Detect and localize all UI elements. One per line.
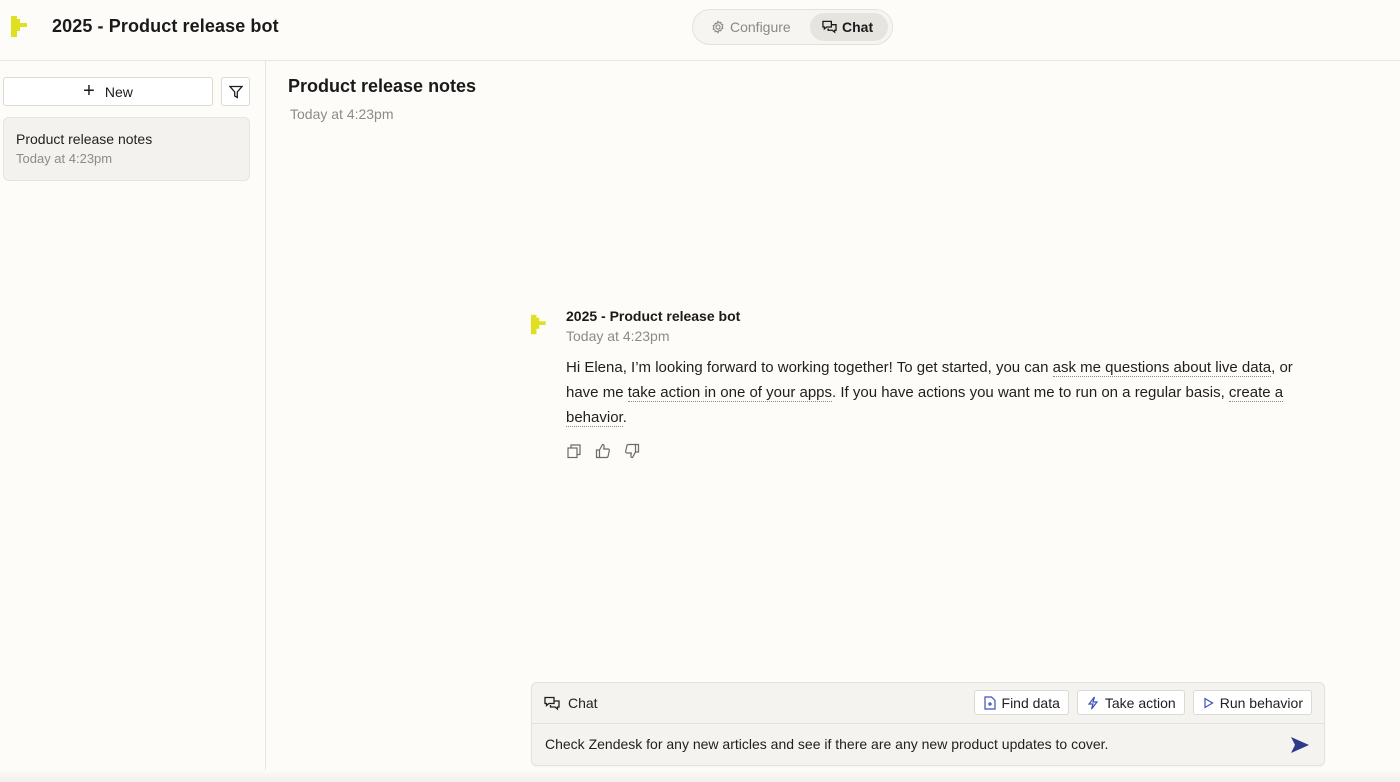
message-author: 2025 - Product release bot [566,308,741,324]
message-text: . If you have actions you want me to run… [832,384,1229,401]
bot-avatar-icon [530,314,546,335]
send-icon[interactable] [1290,736,1310,754]
bottom-edge [0,770,1400,782]
composer-toolbar: Chat Find data Take action Run behavior [532,683,1324,724]
conversation-header: Product release notes Today at 4:23pm [288,76,476,122]
take-action-link[interactable]: take action in one of your apps [627,384,833,402]
chat-message-input[interactable] [545,736,1275,752]
filter-icon [228,85,243,99]
message-body: Hi Elena, I’m looking forward to working… [566,355,1326,430]
sidebar: + New Product release notes Today at 4:2… [0,61,266,782]
thumbs-up-icon[interactable] [595,443,611,459]
message-text: . [622,409,627,426]
find-data-label: Find data [1001,694,1060,711]
conversation-title: Product release notes [16,131,153,147]
composer-label-text: Chat [568,695,598,711]
lightning-icon [1087,696,1099,709]
chat-composer: Chat Find data Take action Run behavior … [531,682,1325,766]
composer-mode-label: Chat [544,695,598,711]
message-actions [566,443,640,459]
gear-icon [712,20,724,34]
play-icon [1204,696,1214,709]
app-title: 2025 - Product release bot [52,16,279,36]
top-bar: 2025 - Product release bot Configure Cha… [0,0,1400,61]
logo-icon [11,16,27,37]
tab-configure-label: Configure [730,19,791,35]
chat-bubbles-icon [544,696,560,710]
message-text: Hi Elena, I’m looking forward to working… [566,359,1053,376]
plus-icon: + [83,79,95,102]
conversation-time: Today at 4:23pm [16,151,113,166]
run-behavior-label: Run behavior [1219,694,1303,711]
tab-configure[interactable]: Configure [697,13,810,41]
take-action-button[interactable]: Take action [1076,690,1185,715]
conversation-timestamp: Today at 4:23pm [290,106,394,122]
thumbs-down-icon[interactable] [624,443,640,459]
copy-icon[interactable] [566,443,582,459]
conversation-title-heading: Product release notes [288,76,477,96]
new-button-label: New [104,83,133,100]
tab-chat[interactable]: Chat [810,13,888,41]
chat-bubbles-icon [822,20,837,34]
tab-chat-label: Chat [842,19,874,35]
ask-questions-link[interactable]: ask me questions about live data [1052,359,1272,377]
conversation-list-item[interactable]: Product release notes Today at 4:23pm [3,117,250,181]
find-data-button[interactable]: Find data [973,690,1069,715]
filter-button[interactable] [221,77,250,106]
take-action-label: Take action [1104,694,1176,711]
mode-toggle: Configure Chat [692,9,893,45]
new-conversation-button[interactable]: + New [3,77,213,106]
file-search-icon [983,695,996,710]
message-time: Today at 4:23pm [566,328,670,344]
run-behavior-button[interactable]: Run behavior [1192,690,1312,715]
composer-tools: Find data Take action Run behavior [973,690,1312,715]
